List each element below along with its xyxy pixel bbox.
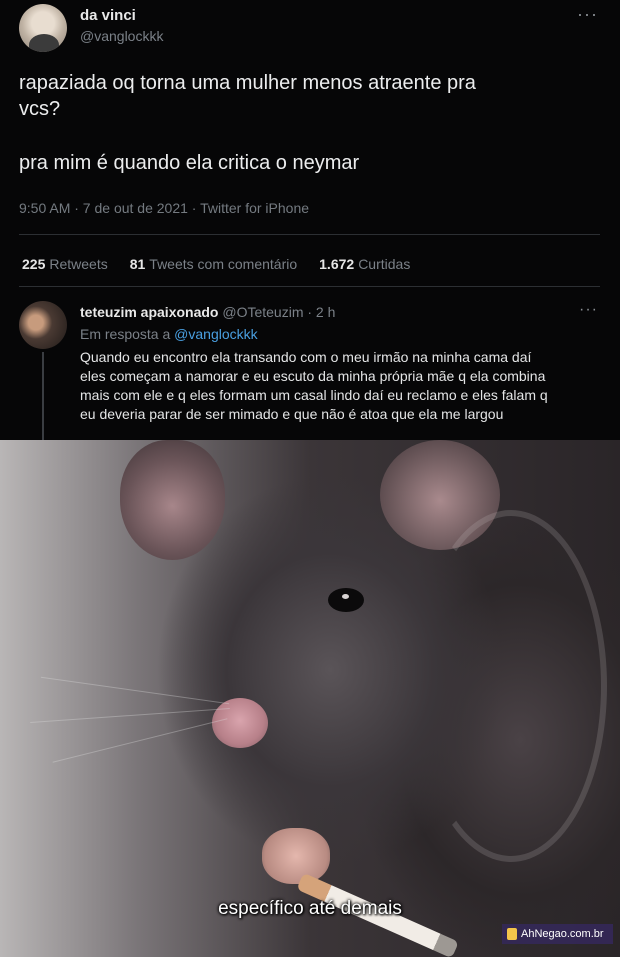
meme-caption: específico até demais <box>218 898 402 919</box>
rat-ear <box>120 440 225 560</box>
likes-stat[interactable]: 1.672 Curtidas <box>319 256 410 272</box>
reply-author-name[interactable]: teteuzim apaixonado <box>80 304 218 320</box>
more-options-icon[interactable]: ··· <box>577 4 598 25</box>
tweet-meta: 9:50 AM · 7 de out de 2021 · Twitter for… <box>19 200 310 216</box>
quote-tweets-stat[interactable]: 81 Tweets com comentário <box>130 256 297 272</box>
rat-eye <box>328 588 364 612</box>
author-name[interactable]: da vinci <box>80 7 136 24</box>
tweet-text-line: vcs? <box>19 98 61 120</box>
reply-text-line: eles começam a namorar e eu escuto da mi… <box>80 368 546 384</box>
whisker <box>40 676 230 705</box>
watermark-logo-icon <box>507 928 517 940</box>
divider <box>19 286 600 287</box>
smoking-rat-photo <box>0 440 620 957</box>
reply-author-handle[interactable]: @OTeteuzim · 2 h <box>222 304 335 320</box>
tweet-text-line: pra mim é quando ela critica o neymar <box>19 152 360 174</box>
reply-to-line: Em resposta a @vanglockkk <box>80 326 258 342</box>
reply-text-line: Quando eu encontro ela transando com o m… <box>80 349 532 365</box>
reply-author-avatar[interactable] <box>19 301 67 349</box>
tweet-text-line: rapaziada oq torna uma mulher menos atra… <box>19 72 476 94</box>
retweets-stat[interactable]: 225 Retweets <box>22 256 108 272</box>
tweet-screenshot: da vinci @vanglockkk ··· rapaziada oq to… <box>0 0 620 440</box>
thread-line <box>42 352 44 440</box>
whisker <box>30 708 230 723</box>
tweet-text: rapaziada oq torna uma mulher menos atra… <box>19 70 589 176</box>
reply-text: Quando eu encontro ela transando com o m… <box>80 348 600 424</box>
rat-paw <box>262 828 330 884</box>
rat-nose <box>212 698 268 748</box>
author-handle[interactable]: @vanglockkk <box>80 28 163 44</box>
watermark: AhNegao.com.br <box>502 924 613 944</box>
reply-more-options-icon[interactable]: ··· <box>579 301 598 319</box>
reply-text-line: eu deveria parar de ser mimado e que não… <box>80 406 504 422</box>
reply-to-mention[interactable]: @vanglockkk <box>174 326 257 342</box>
author-avatar[interactable] <box>19 4 67 52</box>
whisker <box>52 718 228 763</box>
tweet-stats: 225 Retweets 81 Tweets com comentário 1.67… <box>22 256 410 272</box>
smoke <box>415 510 607 862</box>
reply-header: teteuzim apaixonado @OTeteuzim · 2 h <box>80 304 335 320</box>
reply-text-line: mais com ele e q eles formam um casal li… <box>80 387 548 403</box>
divider <box>19 234 600 235</box>
